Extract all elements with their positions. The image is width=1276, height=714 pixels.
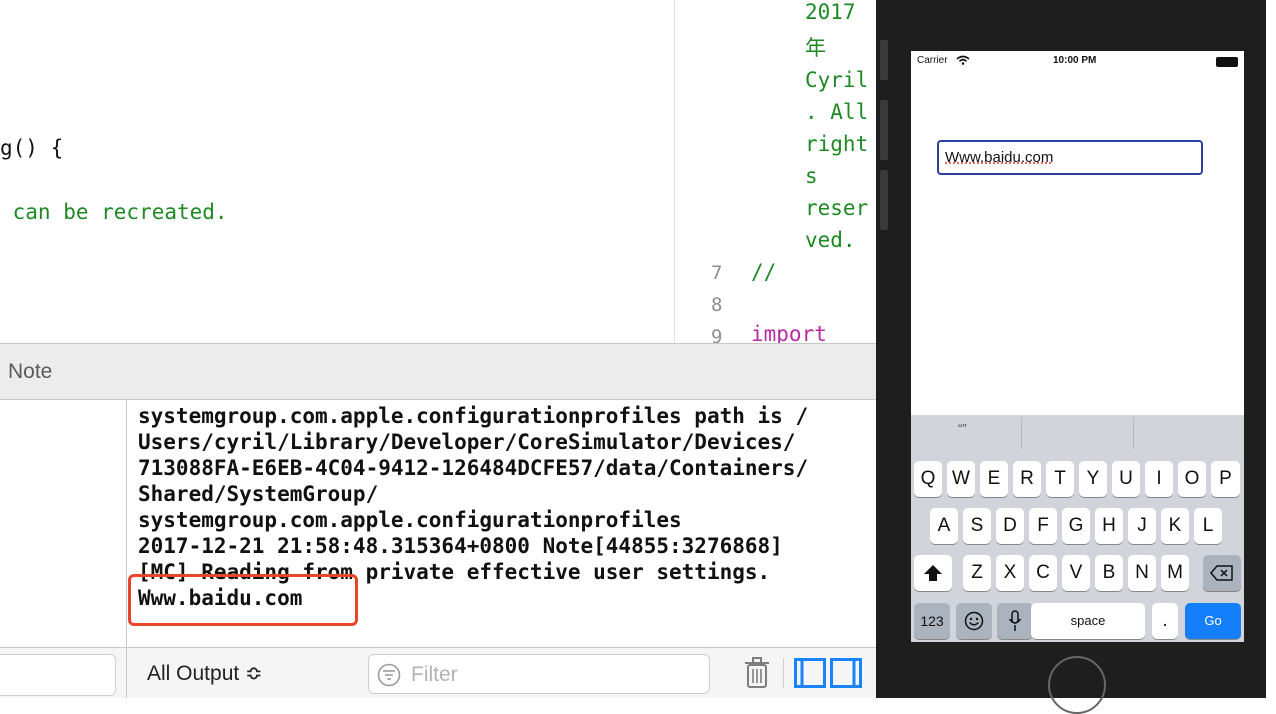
keyboard: “” Q W E R T Y U I O P A S D F G H J K L… [911, 415, 1244, 642]
key-u[interactable]: U [1112, 461, 1140, 497]
key-b[interactable]: B [1095, 555, 1123, 591]
code-comment: // [751, 260, 777, 284]
battery-icon [1216, 57, 1238, 67]
console-line: 2017-12-21 21:58:48.315364+0800 Note[448… [138, 534, 783, 558]
go-key[interactable]: Go [1185, 603, 1241, 639]
key-w[interactable]: W [947, 461, 975, 497]
key-m[interactable]: M [1161, 555, 1189, 591]
key-h[interactable]: H [1095, 508, 1123, 544]
code-text: g() { [0, 136, 64, 160]
key-c[interactable]: C [1029, 555, 1057, 591]
key-n[interactable]: N [1128, 555, 1156, 591]
space-key[interactable]: space [1031, 603, 1145, 639]
code-comment-line: can be recreated. [0, 200, 228, 224]
output-select[interactable]: All Output ≎ [147, 661, 263, 686]
key-p[interactable]: P [1211, 461, 1240, 497]
emoji-key[interactable] [956, 603, 992, 639]
wifi-icon [956, 55, 970, 65]
dictation-key[interactable] [997, 603, 1033, 639]
prediction-suggestion[interactable]: “” [958, 421, 967, 436]
debug-bar-title: Note [8, 360, 53, 383]
numbers-key[interactable]: 123 [914, 603, 950, 639]
key-d[interactable]: D [996, 508, 1024, 544]
annotation-highlight-box [128, 574, 358, 626]
comment-fragment: right [805, 132, 869, 156]
key-z[interactable]: Z [963, 555, 991, 591]
console-line: Shared/SystemGroup/ [138, 482, 379, 506]
code-comment: can be recreated. [0, 200, 228, 224]
key-x[interactable]: X [996, 555, 1024, 591]
carrier-label: Carrier [917, 55, 948, 66]
key-i[interactable]: I [1145, 461, 1173, 497]
comment-fragment: reser [805, 196, 869, 220]
status-time: 10:00 PM [1053, 55, 1097, 66]
filter-icon [377, 663, 401, 687]
home-button[interactable] [1048, 656, 1106, 714]
comment-fragment: Cyril [805, 68, 869, 92]
key-l[interactable]: L [1194, 508, 1222, 544]
url-text-value: Www.baidu.com [945, 149, 1054, 166]
key-y[interactable]: Y [1079, 461, 1107, 497]
simulator-screen[interactable]: Carrier 10:00 PM Www.baidu.com “” Q W E … [911, 51, 1244, 642]
console-line: systemgroup.com.apple.configurationprofi… [138, 508, 682, 532]
key-q[interactable]: Q [914, 461, 942, 497]
comment-fragment: ved. [805, 228, 856, 252]
console-line: Users/cyril/Library/Developer/CoreSimula… [138, 430, 796, 454]
delete-icon [1210, 565, 1233, 581]
console-line: systemgroup.com.apple.configurationprofi… [138, 404, 809, 428]
line-number: 8 [711, 294, 723, 316]
key-a[interactable]: A [930, 508, 958, 544]
code-editor-right[interactable]: 2017 年 Cyril . All right s reser ved. 7 … [674, 0, 877, 343]
left-panel-toggle-icon[interactable] [794, 658, 826, 688]
key-g[interactable]: G [1062, 508, 1090, 544]
microphone-icon [1008, 610, 1022, 631]
code-line: g() { [0, 136, 63, 160]
console-filter-input[interactable]: Filter [368, 654, 710, 694]
url-text-field[interactable]: Www.baidu.com [937, 140, 1203, 175]
key-o[interactable]: O [1178, 461, 1206, 497]
filter-placeholder: Filter [411, 663, 458, 686]
predictive-bar[interactable]: “” [911, 415, 1244, 451]
comment-fragment: 年 [805, 36, 826, 60]
key-j[interactable]: J [1128, 508, 1156, 544]
line-number: 9 [711, 326, 723, 343]
trash-icon[interactable] [743, 657, 771, 689]
shift-key[interactable] [914, 555, 952, 591]
comment-fragment: . All [805, 100, 869, 124]
emoji-icon [964, 611, 984, 631]
debug-bar: Note [0, 343, 876, 400]
variables-footer [0, 647, 127, 698]
console-footer: All Output ≎ Filter [127, 647, 876, 698]
code-editor-left[interactable]: g() { can be recreated. [0, 0, 674, 343]
key-s[interactable]: S [963, 508, 991, 544]
comment-fragment: 2017 [805, 0, 856, 24]
variables-filter-field[interactable] [0, 654, 116, 696]
console-line: 713088FA-E6EB-4C04-9412-126484DCFE57/dat… [138, 456, 809, 480]
shift-icon [924, 565, 942, 581]
key-e[interactable]: E [980, 461, 1008, 497]
code-keyword: import [751, 322, 827, 343]
key-f[interactable]: F [1029, 508, 1057, 544]
key-k[interactable]: K [1161, 508, 1189, 544]
key-t[interactable]: T [1046, 461, 1074, 497]
key-r[interactable]: R [1013, 461, 1041, 497]
line-number: 7 [711, 262, 723, 284]
comment-fragment: s [805, 164, 818, 188]
right-panel-toggle-icon[interactable] [830, 658, 862, 688]
key-v[interactable]: V [1062, 555, 1090, 591]
background-window-edge [1266, 0, 1276, 698]
delete-key[interactable] [1203, 555, 1241, 591]
period-key[interactable]: . [1152, 603, 1178, 639]
